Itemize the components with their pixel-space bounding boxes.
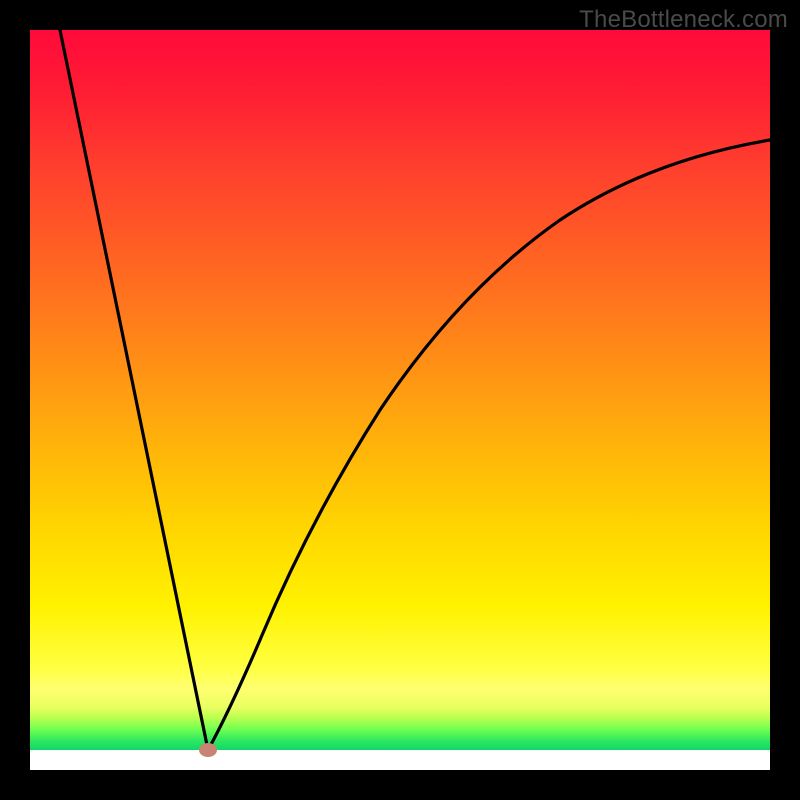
min-marker (199, 743, 217, 757)
chart-container: TheBottleneck.com (0, 0, 800, 800)
plot-area (30, 30, 770, 770)
curve-path (60, 30, 770, 750)
watermark-text: TheBottleneck.com (579, 6, 788, 34)
bottleneck-curve (30, 30, 770, 770)
